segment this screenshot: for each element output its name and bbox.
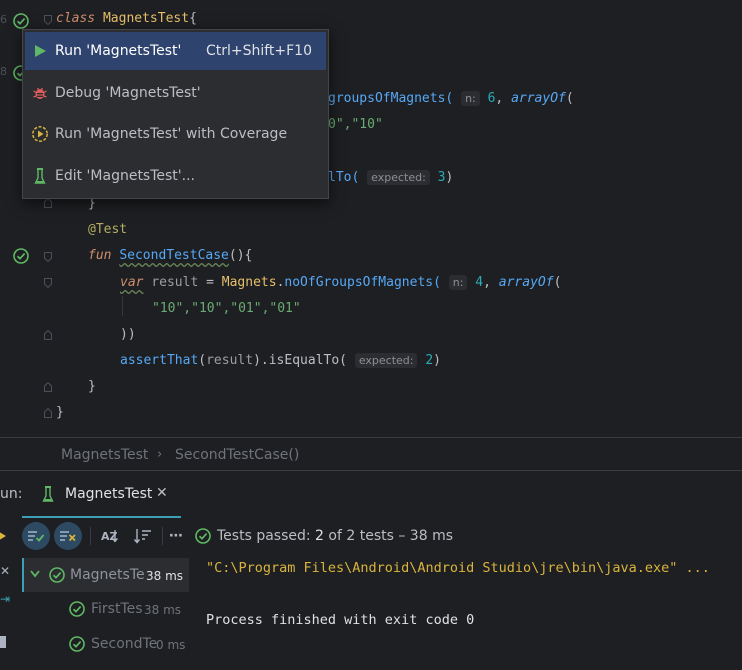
tree-item-label: FirstTes xyxy=(91,601,143,617)
breadcrumb-item-class[interactable]: MagnetsTest xyxy=(61,447,148,463)
code-line: lTo( expected: 3) xyxy=(328,170,454,185)
show-ignored-icon xyxy=(60,531,76,542)
export-icon[interactable]: ⇥ xyxy=(0,592,10,606)
show-passed-icon xyxy=(28,531,45,542)
show-passed-toggle[interactable] xyxy=(22,522,50,550)
console-line-exit: Process finished with exit code 0 xyxy=(206,612,475,628)
run-gutter-popup-menu: Run 'MagnetsTest' Ctrl+Shift+F10 Debug '… xyxy=(22,29,329,199)
menu-item-shortcut: Ctrl+Shift+F10 xyxy=(205,43,312,59)
code-line: "10","10","01","01" xyxy=(152,301,301,316)
code-line: @Test xyxy=(88,222,128,237)
debug-icon xyxy=(25,85,55,101)
chevron-down-icon xyxy=(30,570,40,578)
fold-marker-icon[interactable] xyxy=(44,408,52,418)
menu-item-run-with-coverage[interactable]: Run 'MagnetsTest' with Coverage xyxy=(25,115,326,153)
breadcrumb-separator-icon: › xyxy=(157,447,163,462)
console-line-command: "C:\Program Files\Android\Android Studio… xyxy=(206,560,710,576)
test-results-tree: ✕ ⇥ MagnetsTe 38 ms FirstTes 38 ms Secon… xyxy=(0,554,191,670)
test-passed-icon xyxy=(49,567,65,583)
run-panel-label: un: xyxy=(0,486,23,502)
code-line: } xyxy=(56,405,64,420)
test-flask-icon xyxy=(42,485,54,507)
toolbar-divider xyxy=(162,527,163,545)
close-icon[interactable]: ✕ xyxy=(156,485,168,501)
console-output[interactable]: "C:\Program Files\Android\Android Studio… xyxy=(189,554,742,670)
more-options-icon[interactable]: ⋯ xyxy=(168,526,184,546)
fold-marker-icon[interactable] xyxy=(44,252,52,262)
edit-config-icon xyxy=(25,167,55,185)
indent-guide xyxy=(122,296,123,316)
tree-item-duration: 38 ms xyxy=(146,569,184,583)
run-test-gutter-icon[interactable] xyxy=(12,247,30,269)
tab-magnetstest[interactable]: MagnetsTest ✕ xyxy=(22,471,181,519)
toolbar-divider xyxy=(90,527,91,545)
run-toolbar: AZ ⋯ Tests passed: 2 of 2 tests – 38 ms xyxy=(0,518,742,554)
tree-item-duration: 0 ms xyxy=(156,638,186,652)
stop-icon[interactable] xyxy=(0,636,6,648)
fold-marker-icon[interactable] xyxy=(44,198,52,208)
tree-row[interactable]: FirstTes 38 ms xyxy=(22,592,189,626)
fold-marker-icon[interactable] xyxy=(44,278,52,288)
menu-item-edit-configuration[interactable]: Edit 'MagnetsTest'... xyxy=(25,157,326,195)
fold-marker-icon[interactable] xyxy=(44,15,52,25)
close-icon[interactable]: ✕ xyxy=(0,564,10,578)
code-line: 0","10" xyxy=(328,117,383,132)
tab-label: MagnetsTest xyxy=(65,486,153,502)
fold-marker-icon[interactable] xyxy=(44,382,52,392)
tree-row-selected[interactable]: MagnetsTe 38 ms xyxy=(22,558,191,592)
tree-item-label: MagnetsTe xyxy=(70,567,145,583)
test-status-text: Tests passed: 2 of 2 tests – 38 ms xyxy=(217,528,453,544)
tree-item-label: SecondTe xyxy=(91,636,158,652)
run-icon xyxy=(25,44,55,58)
code-line: } xyxy=(88,379,96,394)
code-line: )) xyxy=(120,327,136,342)
test-passed-icon xyxy=(69,636,85,652)
code-line: assertThat(result).isEqualTo( expected: … xyxy=(120,353,441,368)
line-number: 8 xyxy=(0,65,7,78)
menu-item-debug[interactable]: Debug 'MagnetsTest' xyxy=(25,74,326,112)
tree-item-duration: 38 ms xyxy=(144,603,182,617)
menu-item-run[interactable]: Run 'MagnetsTest' Ctrl+Shift+F10 xyxy=(25,32,326,70)
sort-by-duration-icon[interactable] xyxy=(133,526,153,546)
code-line: fun SecondTestCase(){ xyxy=(88,248,253,263)
line-number: 6 xyxy=(0,13,7,26)
rerun-icon[interactable] xyxy=(0,529,6,543)
menu-item-label: Run 'MagnetsTest' with Coverage xyxy=(55,126,288,142)
menu-item-label: Debug 'MagnetsTest' xyxy=(55,85,201,101)
run-tool-window-header: un: MagnetsTest ✕ xyxy=(0,470,742,519)
sort-alphabetically-icon[interactable]: AZ xyxy=(100,526,120,546)
breadcrumb-item-function[interactable]: SecondTestCase() xyxy=(175,447,299,463)
breadcrumb: MagnetsTest › SecondTestCase() xyxy=(0,437,742,470)
fold-marker-icon[interactable] xyxy=(44,330,52,340)
menu-item-label: Run 'MagnetsTest' xyxy=(55,43,182,59)
code-line: class MagnetsTest{ xyxy=(56,11,197,26)
menu-item-label: Edit 'MagnetsTest'... xyxy=(55,168,195,184)
coverage-icon xyxy=(25,125,55,143)
tests-passed-icon xyxy=(194,527,212,549)
tree-row[interactable]: SecondTe 0 ms xyxy=(22,627,189,661)
test-passed-icon xyxy=(69,601,85,617)
code-line: var result = Magnets.noOfGroupsOfMagnets… xyxy=(120,275,562,290)
show-ignored-toggle[interactable] xyxy=(54,522,82,550)
code-line: groupsOfMagnets( n: 6, arrayOf( xyxy=(328,91,574,106)
